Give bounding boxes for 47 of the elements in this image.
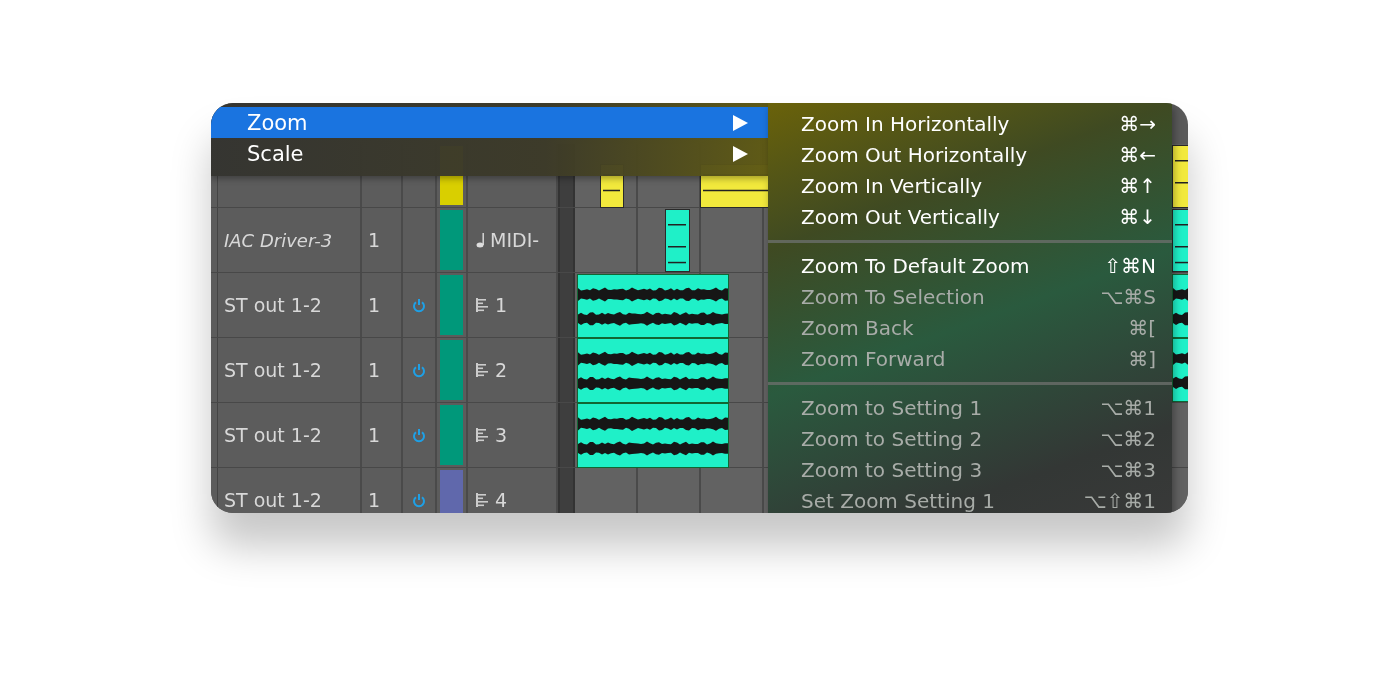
track-name: IAC Driver-3 [224,229,333,251]
splitter-bar[interactable] [558,403,575,467]
submenu-arrow-icon [733,145,748,162]
track-color[interactable] [440,275,463,335]
splitter-bar[interactable] [558,468,575,513]
track-color[interactable] [440,470,463,513]
audio-clip[interactable] [577,274,729,338]
note-icon [476,232,484,248]
menu-item[interactable]: Zoom To Default Zoom ⇧⌘N [801,250,1156,281]
power-icon[interactable] [412,492,426,508]
power-icon[interactable] [412,427,426,443]
menu-item[interactable]: Zoom Out Horizontally ⌘← [801,139,1156,170]
output-label: 3 [495,424,508,446]
track-color[interactable] [440,210,463,270]
menu-item[interactable]: Zoom Out Vertically ⌘↓ [801,201,1156,232]
menu-item[interactable]: Zoom [211,107,768,138]
track-name: ST out 1-2 [224,359,322,381]
channel-number: 1 [368,359,381,381]
track-color[interactable] [440,340,463,400]
power-icon[interactable] [412,362,426,378]
output-label: 4 [495,489,508,511]
channel-number: 1 [368,229,381,251]
menu-item[interactable]: Scale [211,138,768,169]
output-label: 1 [495,294,508,316]
menu-item[interactable]: Zoom In Vertically ⌘↑ [801,170,1156,201]
splitter-bar[interactable] [558,208,575,272]
splitter-bar[interactable] [558,338,575,402]
menu-item[interactable]: Zoom In Horizontally ⌘→ [801,108,1156,139]
power-icon[interactable] [412,297,426,313]
stacked-lines-icon [476,298,489,312]
midi-clip[interactable] [665,209,690,272]
audio-clip[interactable] [577,338,729,403]
stacked-lines-icon [476,493,489,507]
channel-number: 1 [368,489,381,511]
track-color[interactable] [440,405,463,465]
stacked-lines-icon [476,428,489,442]
track-name: ST out 1-2 [224,424,322,446]
submenu-arrow-icon [733,114,748,131]
output-label: 2 [495,359,508,381]
splitter-bar[interactable] [558,273,575,337]
track-name: ST out 1-2 [224,294,322,316]
output-label: MIDI- [490,229,540,251]
audio-clip[interactable] [577,403,729,468]
channel-number: 1 [368,424,381,446]
channel-number: 1 [368,294,381,316]
track-name: ST out 1-2 [224,489,322,511]
stacked-lines-icon [476,363,489,377]
